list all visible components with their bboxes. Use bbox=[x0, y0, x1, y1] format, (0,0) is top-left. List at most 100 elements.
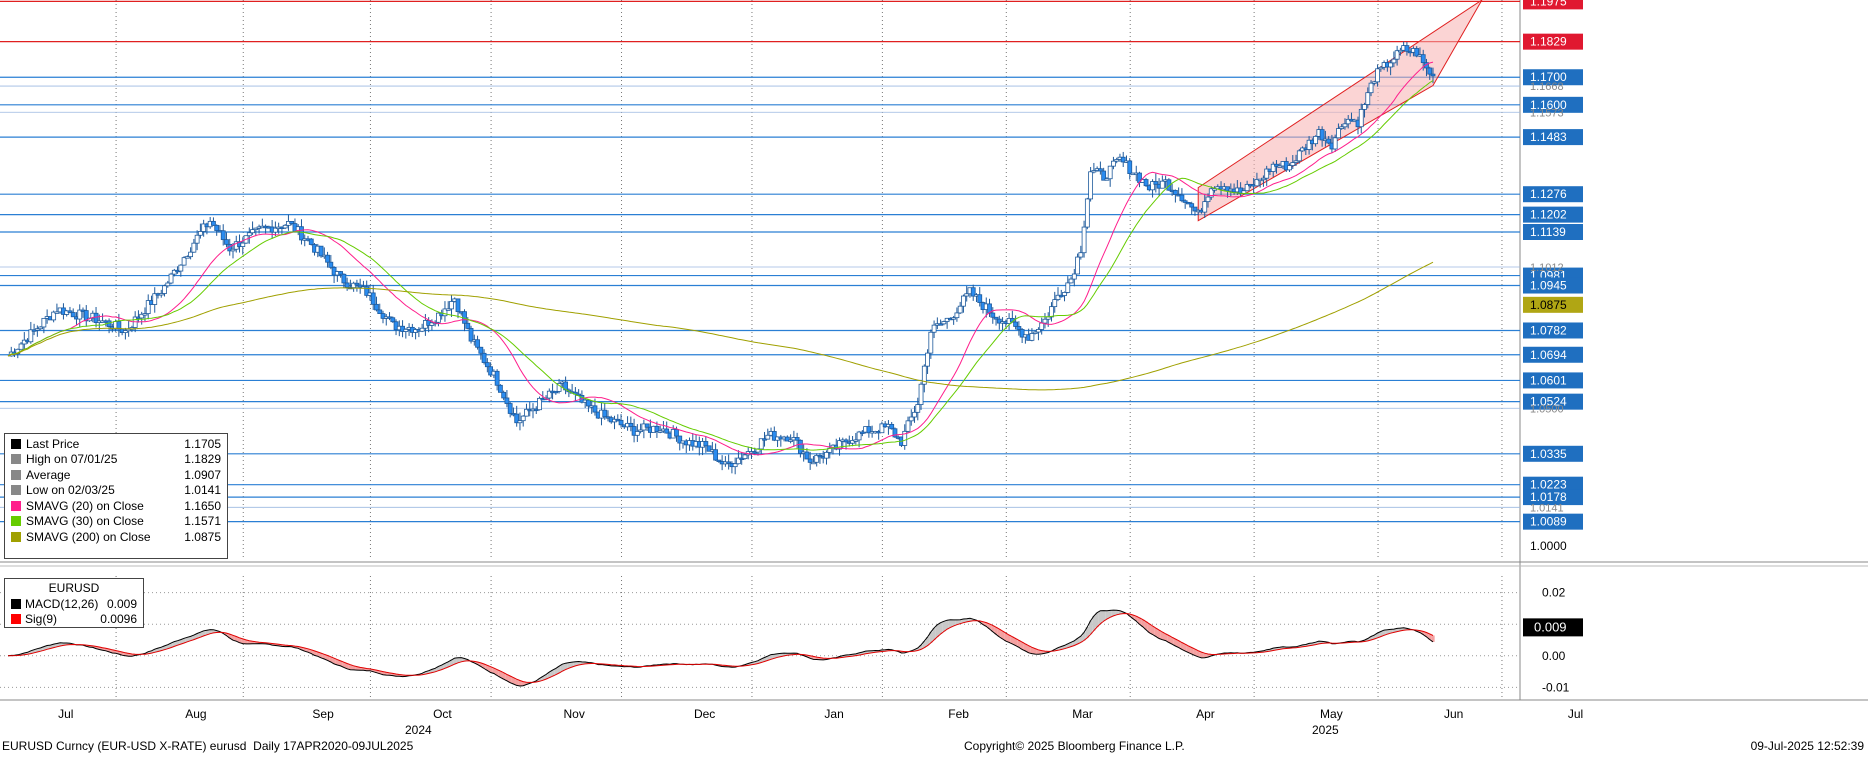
candle-body bbox=[713, 449, 719, 461]
candle-body bbox=[1179, 194, 1185, 202]
candle-body bbox=[1189, 203, 1195, 208]
legend-value: 0.0096 bbox=[100, 611, 137, 626]
month-label: Nov bbox=[564, 707, 585, 721]
level-label: 1.0335 bbox=[1530, 447, 1567, 461]
candle-body bbox=[338, 271, 344, 275]
year-label: 2024 bbox=[405, 723, 432, 737]
candle-body bbox=[504, 397, 510, 404]
candle-body bbox=[168, 273, 174, 284]
candle-body bbox=[194, 234, 200, 244]
time-axis: Jul Aug Sep Oct Nov Dec Jan Feb Mar Apr May Jun Jul 2… bbox=[58, 707, 1583, 737]
candle-body bbox=[905, 420, 911, 432]
legend-row: High on 07/01/25 1.1829 bbox=[11, 452, 221, 468]
level-label: 1.1829 bbox=[1530, 35, 1567, 49]
legend-value: 1.1650 bbox=[184, 498, 221, 513]
candle-body bbox=[224, 239, 229, 245]
candle-body bbox=[377, 309, 383, 314]
candle-body bbox=[520, 415, 526, 422]
legend-swatch bbox=[11, 516, 21, 527]
candle-body bbox=[1296, 150, 1302, 162]
candle-body bbox=[419, 327, 425, 332]
candle-body bbox=[804, 451, 810, 460]
candle-body bbox=[1071, 273, 1077, 280]
candle-body bbox=[1430, 73, 1436, 77]
month-label: Oct bbox=[433, 707, 452, 721]
candle-body bbox=[618, 419, 624, 426]
candle-body bbox=[318, 245, 324, 257]
level-label: 1.1975 bbox=[1530, 0, 1567, 8]
candle-body bbox=[246, 232, 252, 237]
macd-legend-row: MACD(12,26) 0.009 bbox=[11, 596, 137, 611]
candle-body bbox=[1388, 62, 1394, 68]
legend-name: SMAVG (200) on Close bbox=[26, 529, 151, 544]
legend-name: Last Price bbox=[26, 436, 80, 451]
macd-last-label: 0.009 bbox=[1534, 619, 1567, 634]
hidden-level-label: 1.1668 bbox=[1530, 81, 1564, 93]
candle-body bbox=[977, 294, 983, 303]
candle-body bbox=[70, 312, 76, 318]
month-label: Sep bbox=[312, 707, 334, 721]
candle-body bbox=[1336, 128, 1341, 139]
candle-body bbox=[1375, 68, 1380, 83]
candle-body bbox=[1013, 321, 1019, 327]
candle-body bbox=[912, 411, 917, 418]
legend-value: 0.009 bbox=[106, 596, 137, 611]
month-label: Dec bbox=[694, 707, 715, 721]
candle-body bbox=[1075, 256, 1080, 275]
candle-body bbox=[497, 384, 503, 393]
level-label: 1.0089 bbox=[1530, 515, 1567, 529]
candle-body bbox=[1049, 306, 1054, 318]
candle-body bbox=[1143, 179, 1149, 187]
legend-name: Sig(9) bbox=[25, 611, 58, 626]
candle-body bbox=[344, 282, 350, 288]
legend-row: Low on 02/03/25 1.0141 bbox=[11, 483, 221, 499]
legend-name: SMAVG (30) on Close bbox=[26, 514, 144, 529]
candle-body bbox=[250, 229, 255, 234]
candle-body bbox=[1078, 252, 1084, 258]
candle-body bbox=[931, 324, 937, 333]
candle-body bbox=[370, 292, 376, 305]
month-label: Jun bbox=[1444, 707, 1463, 721]
candle-body bbox=[990, 312, 996, 318]
candle-body bbox=[1127, 160, 1133, 174]
price-legend: Last Price 1.1705 High on 07/01/25 1.1829 Av… bbox=[4, 433, 228, 559]
candle-body bbox=[374, 303, 379, 311]
macd-line bbox=[7, 609, 1434, 687]
candle-body bbox=[664, 428, 670, 434]
level-label: 1.1483 bbox=[1530, 130, 1567, 144]
candle-body bbox=[475, 339, 480, 348]
legend-swatch bbox=[11, 598, 21, 609]
candle-body bbox=[765, 434, 771, 440]
level-label: 1.1202 bbox=[1530, 208, 1567, 222]
month-label: Mar bbox=[1072, 707, 1093, 721]
candle-body bbox=[1202, 201, 1208, 213]
hidden-level-label: 1.0500 bbox=[1530, 403, 1564, 415]
candle-body bbox=[644, 423, 650, 428]
candle-body bbox=[494, 370, 500, 386]
candle-body bbox=[325, 254, 330, 263]
candle-body bbox=[957, 305, 963, 314]
candle-body bbox=[928, 331, 934, 354]
candle-body bbox=[1016, 326, 1022, 330]
legend-row: Average 1.0907 bbox=[11, 467, 221, 483]
month-label: Feb bbox=[948, 707, 969, 721]
candle-body bbox=[328, 261, 334, 268]
level-label: 1.0945 bbox=[1530, 279, 1567, 293]
candle-body bbox=[1084, 198, 1090, 228]
legend-swatch bbox=[11, 469, 21, 480]
candle-body bbox=[628, 422, 634, 427]
candle-body bbox=[925, 352, 930, 367]
month-label: May bbox=[1320, 707, 1343, 721]
legend-swatch bbox=[11, 613, 21, 624]
candle-body bbox=[1420, 54, 1426, 64]
candle-body bbox=[178, 264, 184, 272]
candle-body bbox=[1068, 278, 1074, 284]
candle-body bbox=[162, 285, 167, 294]
legend-name: Average bbox=[26, 467, 71, 482]
hidden-level-label: 1.0141 bbox=[1530, 502, 1564, 514]
candle-body bbox=[908, 416, 914, 422]
legend-swatch bbox=[11, 485, 21, 496]
candle-body bbox=[1205, 196, 1211, 203]
hidden-level-label: 1.1573 bbox=[1530, 107, 1564, 119]
legend-row: SMAVG (20) on Close 1.1650 bbox=[11, 498, 221, 514]
